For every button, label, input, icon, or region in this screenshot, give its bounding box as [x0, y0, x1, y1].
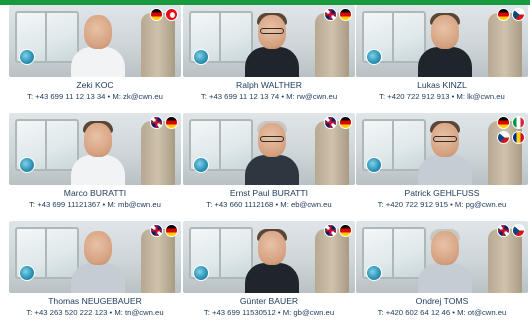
uk-flag-icon	[150, 116, 163, 129]
person-name: Ralph WALTHER	[236, 80, 302, 90]
person-photo	[9, 221, 181, 293]
person-card: Thomas NEUGEBAUER T: +43 263 520 222 123…	[9, 221, 181, 321]
person-name: Patrick GEHLFUSS	[404, 188, 480, 198]
person-card: Zeki KOC T: +43 699 11 12 13 34 • M: zk@…	[9, 5, 181, 110]
language-flags	[322, 8, 352, 21]
person-contact[interactable]: T: +43 699 11 12 13 34 • M: zk@cwn.eu	[5, 91, 185, 102]
person-card: Ondrej TOMS T: +420 602 64 12 46 • M: ot…	[356, 221, 528, 321]
person-card: Marco BURATTI T: +43 699 11121367 • M: m…	[9, 113, 181, 218]
germany-flag-icon	[497, 8, 510, 21]
company-logo-icon	[193, 157, 209, 173]
turkey-flag-icon	[165, 8, 178, 21]
person-card: Günter BAUER T: +43 699 11530512 • M: gb…	[183, 221, 355, 321]
person-name: Ernst Paul BURATTI	[229, 188, 309, 198]
person-photo	[9, 5, 181, 77]
language-flags	[148, 8, 178, 21]
person-contact[interactable]: T: +43 660 1112168 • M: eb@cwn.eu	[179, 199, 359, 210]
person-photo	[356, 113, 528, 185]
language-flags	[148, 224, 178, 237]
germany-flag-icon	[150, 8, 163, 21]
company-logo-icon	[366, 49, 382, 65]
person-contact[interactable]: T: +43 263 520 222 123 • M: tn@cwn.eu	[5, 307, 185, 318]
person-photo	[183, 113, 355, 185]
person-photo	[183, 5, 355, 77]
italy-flag-icon	[512, 116, 525, 129]
germany-flag-icon	[497, 116, 510, 129]
czech-flag-icon	[497, 131, 510, 144]
germany-flag-icon	[339, 8, 352, 21]
person-contact[interactable]: T: +43 699 11530512 • M: gb@cwn.eu	[179, 307, 359, 318]
person-contact[interactable]: T: +420 722 912 913 • M: lk@cwn.eu	[352, 91, 530, 102]
company-logo-icon	[193, 49, 209, 65]
person-name: Lukas KINZL	[417, 80, 467, 90]
person-name: Marco BURATTI	[63, 188, 127, 198]
person-photo	[356, 221, 528, 293]
company-logo-icon	[193, 265, 209, 281]
person-name: Ondrej TOMS	[415, 296, 469, 306]
germany-flag-icon	[339, 224, 352, 237]
germany-flag-icon	[339, 116, 352, 129]
uk-flag-icon	[324, 116, 337, 129]
person-card: Patrick GEHLFUSS T: +420 722 912 915 • M…	[356, 113, 528, 218]
company-logo-icon	[366, 157, 382, 173]
person-name: Günter BAUER	[239, 296, 299, 306]
person-contact[interactable]: T: +43 699 11121367 • M: mb@cwn.eu	[5, 199, 185, 210]
czech-flag-icon	[512, 224, 525, 237]
germany-flag-icon	[165, 116, 178, 129]
person-photo	[356, 5, 528, 77]
uk-flag-icon	[150, 224, 163, 237]
person-card: Ralph WALTHER T: +43 699 11 12 13 74 • M…	[183, 5, 355, 110]
person-photo	[183, 221, 355, 293]
language-flags	[148, 116, 178, 129]
company-logo-icon	[19, 49, 35, 65]
uk-flag-icon	[324, 224, 337, 237]
person-contact[interactable]: T: +420 722 912 915 • M: pg@cwn.eu	[352, 199, 530, 210]
uk-flag-icon	[324, 8, 337, 21]
germany-flag-icon	[165, 224, 178, 237]
language-flags	[495, 8, 525, 21]
language-flags	[495, 116, 525, 144]
czech-flag-icon	[512, 8, 525, 21]
person-contact[interactable]: T: +43 699 11 12 13 74 • M: rw@cwn.eu	[179, 91, 359, 102]
person-card: Ernst Paul BURATTI T: +43 660 1112168 • …	[183, 113, 355, 218]
language-flags	[495, 224, 525, 237]
person-card: Lukas KINZL T: +420 722 912 913 • M: lk@…	[356, 5, 528, 110]
person-photo	[9, 113, 181, 185]
team-contact-grid: Zeki KOC T: +43 699 11 12 13 34 • M: zk@…	[0, 5, 530, 321]
company-logo-icon	[366, 265, 382, 281]
company-logo-icon	[19, 157, 35, 173]
person-name: Zeki KOC	[76, 80, 114, 90]
company-logo-icon	[19, 265, 35, 281]
language-flags	[322, 224, 352, 237]
person-name: Thomas NEUGEBAUER	[48, 296, 142, 306]
person-contact[interactable]: T: +420 602 64 12 46 • M: ot@cwn.eu	[352, 307, 530, 318]
romania-flag-icon	[512, 131, 525, 144]
uk-flag-icon	[497, 224, 510, 237]
language-flags	[322, 116, 352, 129]
